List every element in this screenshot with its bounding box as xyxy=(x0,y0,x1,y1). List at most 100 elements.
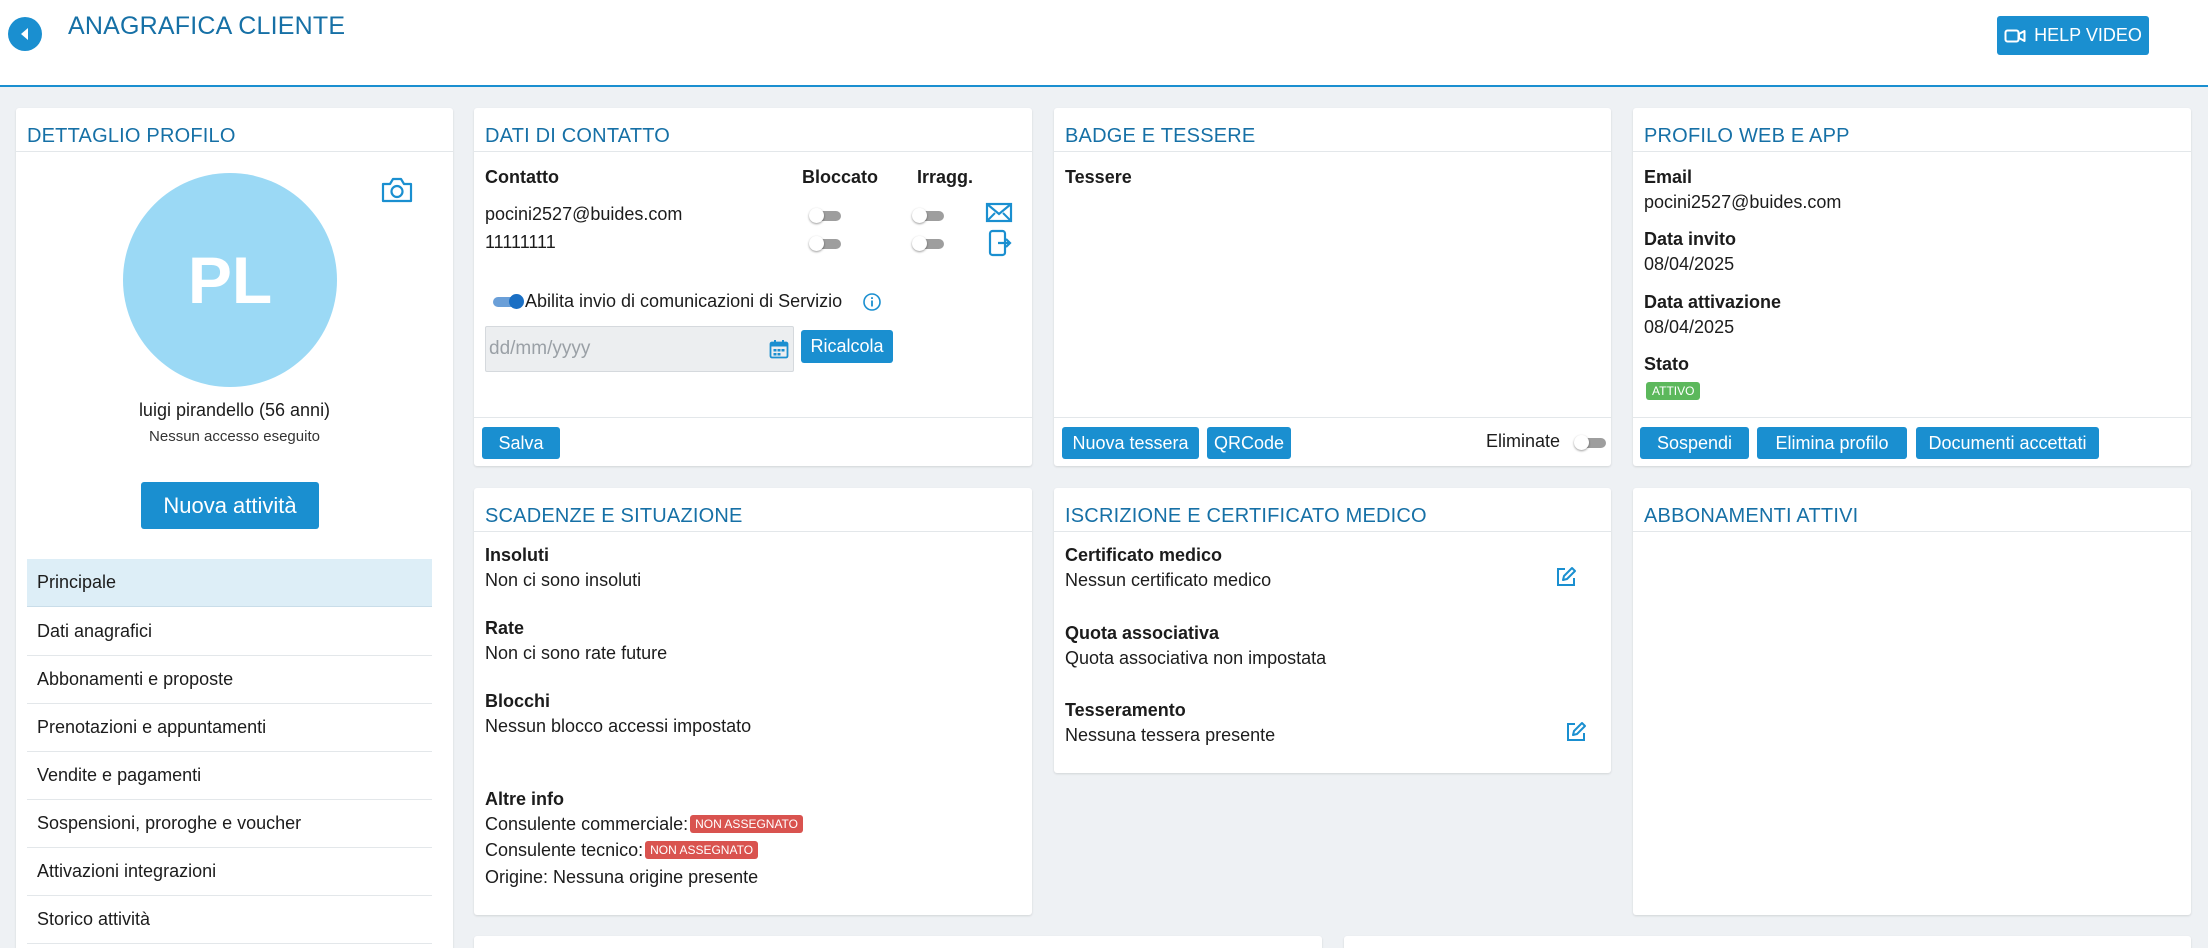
unassigned-badge: NON ASSEGNATO xyxy=(645,841,759,859)
service-communications-toggle[interactable] xyxy=(493,294,524,309)
origin-value: Origine: Nessuna origine presente xyxy=(485,867,759,887)
activation-date-label: Data attivazione xyxy=(1644,292,1782,312)
nav-item-abbonamenti[interactable]: Abbonamenti e proposte xyxy=(27,656,432,704)
back-arrow-icon xyxy=(21,28,28,40)
back-button[interactable] xyxy=(8,17,42,51)
bottom-card-right xyxy=(1344,936,2191,948)
unreachable-column-header: Irragg. xyxy=(917,167,974,187)
web-profile-card: PROFILO WEB E APP Email pocini2527@buide… xyxy=(1633,108,2191,466)
commercial-consultant: Consulente commerciale: NON ASSEGNATO xyxy=(485,814,804,835)
subscriptions-card: ABBONAMENTI ATTIVI xyxy=(1633,488,2191,915)
divider xyxy=(1633,531,2191,532)
badges-card-title: BADGE E TESSERE xyxy=(1065,125,1256,147)
contact-phone: 11111111 xyxy=(485,232,556,252)
status-badge: ATTIVO xyxy=(1646,382,1701,400)
nav-item-storico[interactable]: Storico attività xyxy=(27,896,432,944)
camera-icon[interactable] xyxy=(380,176,414,209)
top-bar: ANAGRAFICA CLIENTE HELP VIDEO xyxy=(0,0,2208,87)
divider xyxy=(1054,531,1611,532)
blocks-label: Blocchi xyxy=(485,691,551,711)
medical-certificate-value: Nessun certificato medico xyxy=(1065,570,1272,590)
invite-date-label: Data invito xyxy=(1644,229,1737,249)
other-info-label: Altre info xyxy=(485,789,564,809)
activation-date: 08/04/2025 xyxy=(1644,317,1735,337)
divider xyxy=(16,151,453,152)
technical-consultant: Consulente tecnico: NON ASSEGNATO xyxy=(485,840,759,861)
contact-card-title: DATI DI CONTATTO xyxy=(485,125,671,147)
phone-unreachable-toggle[interactable] xyxy=(912,236,944,251)
avatar: PL xyxy=(123,173,337,387)
client-name: luigi pirandello (56 anni) xyxy=(138,400,331,420)
membership-fee-value: Quota associativa non impostata xyxy=(1065,648,1327,668)
divider xyxy=(474,417,1032,418)
date-input-placeholder: dd/mm/yyyy xyxy=(489,338,591,359)
contact-card: DATI DI CONTATTO Contatto Bloccato Irrag… xyxy=(474,108,1032,466)
avatar-initials: PL xyxy=(187,243,273,317)
edit-membership-icon[interactable] xyxy=(1565,721,1587,748)
send-email-icon[interactable] xyxy=(985,201,1013,230)
web-email: pocini2527@buides.com xyxy=(1644,192,1842,212)
nav-item-attivazioni[interactable]: Attivazioni integrazioni xyxy=(27,848,432,896)
contact-email: pocini2527@buides.com xyxy=(485,204,683,224)
blocks-value: Nessun blocco accessi impostato xyxy=(485,716,752,736)
email-blocked-toggle[interactable] xyxy=(809,208,841,223)
access-status: Nessun accesso eseguito xyxy=(149,428,320,445)
email-label: Email xyxy=(1644,167,1693,187)
invite-date: 08/04/2025 xyxy=(1644,254,1735,274)
deadlines-card-title: SCADENZE E SITUAZIONE xyxy=(485,505,743,527)
subscriptions-card-title: ABBONAMENTI ATTIVI xyxy=(1644,505,1859,527)
nav-item-vendite[interactable]: Vendite e pagamenti xyxy=(27,752,432,800)
delete-profile-button[interactable]: Elimina profilo xyxy=(1757,427,1907,459)
recalculate-button[interactable]: Ricalcola xyxy=(801,330,893,363)
help-video-button[interactable]: HELP VIDEO xyxy=(1997,16,2149,55)
deleted-toggle[interactable] xyxy=(1574,435,1606,450)
cards-label: Tessere xyxy=(1065,167,1132,187)
send-sms-icon[interactable] xyxy=(988,229,1012,262)
status-label: Stato xyxy=(1644,354,1689,374)
unpaid-value: Non ci sono insoluti xyxy=(485,570,642,590)
blocked-column-header: Bloccato xyxy=(802,167,879,187)
medical-certificate-label: Certificato medico xyxy=(1065,545,1223,565)
new-card-button[interactable]: Nuova tessera xyxy=(1062,427,1199,459)
rates-value: Non ci sono rate future xyxy=(485,643,668,663)
membership-card-label: Tesseramento xyxy=(1065,700,1186,720)
suspend-button[interactable]: Sospendi xyxy=(1640,427,1749,459)
membership-card-value: Nessuna tessera presente xyxy=(1065,725,1276,745)
calendar-icon[interactable] xyxy=(769,339,789,359)
deadlines-card: SCADENZE E SITUAZIONE Insoluti Non ci so… xyxy=(474,488,1032,915)
email-unreachable-toggle[interactable] xyxy=(912,208,944,223)
save-button[interactable]: Salva xyxy=(482,427,560,459)
enrollment-card-title: ISCRIZIONE E CERTIFICATO MEDICO xyxy=(1065,505,1427,527)
commercial-consultant-label: Consulente commerciale: xyxy=(485,814,689,834)
qrcode-button[interactable]: QRCode xyxy=(1207,427,1291,459)
date-input[interactable]: dd/mm/yyyy xyxy=(485,326,794,372)
help-video-label: HELP VIDEO xyxy=(2034,25,2142,45)
nav-item-principale[interactable]: Principale xyxy=(27,559,432,607)
divider xyxy=(1054,151,1611,152)
divider xyxy=(1633,417,2191,418)
membership-fee-label: Quota associativa xyxy=(1065,623,1220,643)
phone-blocked-toggle[interactable] xyxy=(809,236,841,251)
deleted-label: Eliminate xyxy=(1486,431,1561,451)
video-camera-icon xyxy=(2004,29,2026,42)
divider xyxy=(1633,151,2191,152)
divider xyxy=(1054,417,1611,418)
edit-certificate-icon[interactable] xyxy=(1555,566,1577,593)
nav-item-prenotazioni[interactable]: Prenotazioni e appuntamenti xyxy=(27,704,432,752)
unpaid-label: Insoluti xyxy=(485,545,549,565)
accepted-documents-button[interactable]: Documenti accettati xyxy=(1916,427,2099,459)
divider xyxy=(474,151,1032,152)
profile-card: DETTAGLIO PROFILO PL luigi pirandello (5… xyxy=(16,108,453,948)
new-activity-button[interactable]: Nuova attività xyxy=(141,482,319,529)
enrollment-card: ISCRIZIONE E CERTIFICATO MEDICO Certific… xyxy=(1054,488,1611,773)
web-profile-card-title: PROFILO WEB E APP xyxy=(1644,125,1850,147)
info-icon[interactable] xyxy=(862,292,882,317)
rates-label: Rate xyxy=(485,618,525,638)
nav-item-sospensioni[interactable]: Sospensioni, proroghe e voucher xyxy=(27,800,432,848)
technical-consultant-label: Consulente tecnico: xyxy=(485,840,644,860)
nav-item-dati-anagrafici[interactable]: Dati anagrafici xyxy=(27,608,432,656)
page-title: ANAGRAFICA CLIENTE xyxy=(68,12,346,40)
contact-column-header: Contatto xyxy=(485,167,559,187)
unassigned-badge: NON ASSEGNATO xyxy=(690,815,804,833)
divider xyxy=(474,531,1032,532)
